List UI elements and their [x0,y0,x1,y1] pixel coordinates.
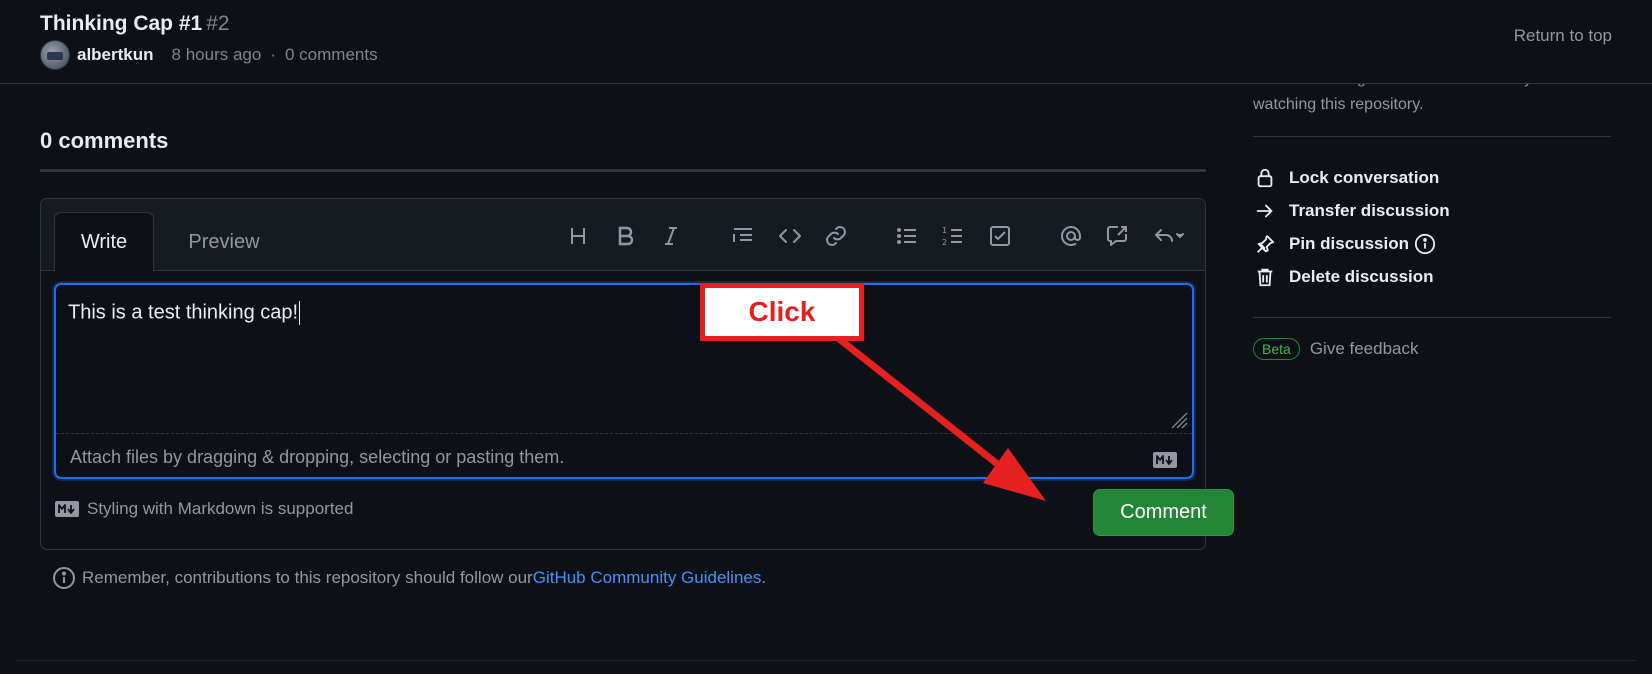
markdown-icon [55,501,79,517]
time-ago: 8 hours ago [171,45,262,64]
comment-button[interactable]: Comment [1093,489,1234,536]
delete-discussion-button[interactable]: Delete discussion [1253,260,1611,293]
unordered-list-icon[interactable] [890,219,924,253]
editor-header: Write Preview 1 2 [41,199,1205,272]
sidebar-divider [1253,136,1611,137]
tab-preview[interactable]: Preview [169,212,279,272]
sidebar-divider-2 [1253,317,1611,318]
transfer-discussion-label: Transfer discussion [1289,200,1450,220]
quote-icon[interactable] [726,219,760,253]
beta-badge: Beta [1253,338,1300,360]
transfer-discussion-button[interactable]: Transfer discussion [1253,194,1611,227]
task-list-icon[interactable] [983,219,1017,253]
ordered-list-icon[interactable]: 12 [936,219,970,253]
lock-conversation-button[interactable]: Lock conversation [1253,161,1611,194]
textarea-content: This is a test thinking cap! [68,301,301,325]
guidelines-note: Remember, contributions to this reposito… [52,566,766,590]
mention-icon[interactable] [1054,219,1088,253]
bold-icon[interactable] [608,219,642,253]
heading-divider [40,169,1206,172]
avatar[interactable] [40,40,70,70]
trash-icon [1253,265,1277,289]
meta-separator: · [270,45,276,64]
discussion-number: #2 [206,12,230,35]
return-to-top-link[interactable]: Return to top [1514,26,1612,46]
markdown-note-label: Styling with Markdown is supported [87,499,354,518]
author-link[interactable]: albertkun [77,45,154,65]
comment-textarea[interactable]: This is a test thinking cap! Attach file… [54,283,1194,479]
text-caret [299,301,301,325]
lock-conversation-label: Lock conversation [1289,167,1440,187]
markdown-note[interactable]: Styling with Markdown is supported [54,499,353,519]
svg-text:1: 1 [942,226,947,235]
italic-icon[interactable] [654,219,688,253]
tab-write[interactable]: Write [54,212,154,272]
delete-discussion-label: Delete discussion [1289,266,1434,286]
cross-reference-icon[interactable] [1100,219,1134,253]
lock-icon [1253,166,1277,190]
discussion-meta: albertkun 8 hours ago · 0 comments [40,40,378,70]
click-callout-label: Click [748,296,816,327]
markdown-icon [1153,452,1177,468]
sidebar: You're receiving notifications because y… [1253,70,1611,360]
resize-handle-icon[interactable] [1170,411,1188,429]
saved-replies-icon[interactable] [1147,219,1191,253]
attach-files-text[interactable]: Attach files by dragging & dropping, sel… [70,447,564,468]
community-guidelines-link[interactable]: GitHub Community Guidelines [533,568,762,588]
pin-icon [1253,232,1277,256]
arrow-right-icon [1253,199,1277,223]
comments-heading: 0 comments [40,128,169,153]
heading-icon[interactable] [561,219,595,253]
click-callout: Click [700,283,864,341]
textarea-value: This is a test thinking cap! [68,301,299,324]
guidelines-prefix: Remember, contributions to this reposito… [82,568,533,587]
sidebar-actions: Lock conversation Transfer discussion Pi… [1253,161,1611,293]
bottom-divider [16,660,1636,661]
guidelines-suffix: . [761,568,767,587]
feedback-row: Beta Give feedback [1253,338,1611,360]
pin-discussion-button[interactable]: Pin discussion [1253,227,1611,260]
code-icon[interactable] [773,219,807,253]
discussion-title: Thinking Cap #1 [40,12,203,35]
pin-discussion-label: Pin discussion [1289,233,1409,253]
info-icon[interactable] [1414,233,1436,255]
discussion-header: Thinking Cap #1 #2 albertkun 8 hours ago … [0,0,1652,84]
comment-editor: Write Preview 1 2 This is a test thinkin… [40,198,1234,550]
discussion-title-line: Thinking Cap #1 #2 [40,11,230,37]
info-icon [53,567,75,589]
svg-text:2: 2 [942,238,947,247]
page: Thinking Cap #1 #2 albertkun 8 hours ago … [0,0,1652,674]
attach-divider [56,433,1192,434]
give-feedback-link[interactable]: Give feedback [1310,339,1419,359]
comments-count: 0 comments [285,45,378,64]
link-icon[interactable] [819,219,853,253]
